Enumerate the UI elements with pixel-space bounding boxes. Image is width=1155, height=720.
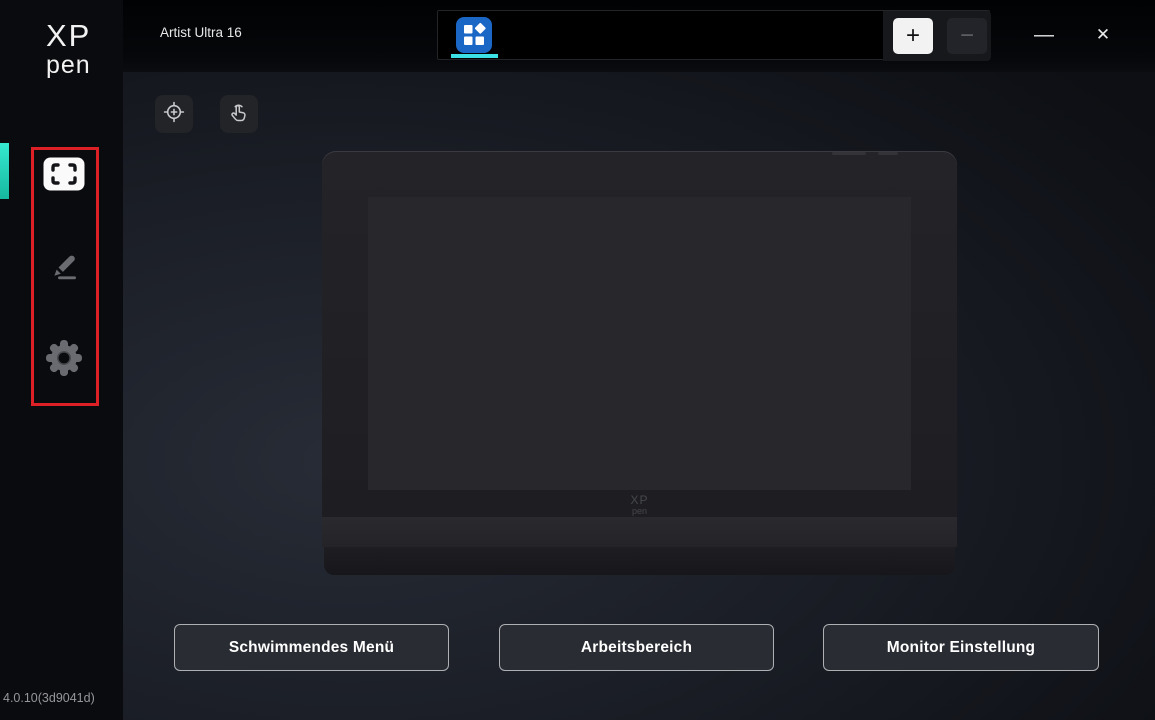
tablet-body: XP pen xyxy=(322,151,957,517)
tablet-top-button xyxy=(832,152,866,155)
display-area-icon xyxy=(42,156,86,197)
device-name: Artist Ultra 16 xyxy=(160,25,242,40)
monitor-setting-button[interactable]: Monitor Einstellung xyxy=(823,624,1099,671)
sidebar-item-pen-settings[interactable] xyxy=(42,246,86,290)
xppen-driver-window: XP pen 4.0.10(3d9041d) Artist Ultra 16 +… xyxy=(0,0,1155,720)
device-tab-strip: + − xyxy=(437,10,991,61)
tablet-logo: XP pen xyxy=(630,493,649,516)
add-device-button[interactable]: + xyxy=(893,18,933,54)
crosshair-icon xyxy=(162,100,186,129)
apps-grid-icon xyxy=(456,17,492,53)
logo-line1: XP xyxy=(46,18,92,53)
sidebar-item-work-area[interactable] xyxy=(42,154,86,198)
xppen-logo: XP pen xyxy=(46,20,91,78)
main-panel: Artist Ultra 16 + − — ✕ XP pen Schwimmen… xyxy=(123,0,1155,720)
work-area-button[interactable]: Arbeitsbereich xyxy=(499,624,774,671)
close-button[interactable]: ✕ xyxy=(1086,20,1120,50)
active-tab-underline xyxy=(451,54,498,58)
pen-icon xyxy=(44,246,84,291)
sidebar-active-indicator xyxy=(0,143,9,199)
tablet-top-button xyxy=(878,152,898,155)
minimize-button[interactable]: — xyxy=(1027,20,1061,50)
tab-actions-group: + − xyxy=(883,11,991,61)
tablet-stand xyxy=(322,517,957,547)
driver-version: 4.0.10(3d9041d) xyxy=(3,691,95,705)
tablet-preview: XP pen xyxy=(322,151,957,575)
calibration-button[interactable] xyxy=(155,95,193,133)
touch-tap-icon xyxy=(227,100,251,129)
title-bar: Artist Ultra 16 + − — ✕ xyxy=(123,0,1155,72)
tablet-base xyxy=(324,547,955,575)
tablet-screen xyxy=(368,197,911,490)
floating-menu-button[interactable]: Schwimmendes Menü xyxy=(174,624,449,671)
logo-line2: pen xyxy=(46,51,91,79)
sidebar-item-app-settings[interactable] xyxy=(42,338,86,382)
sidebar: XP pen 4.0.10(3d9041d) xyxy=(0,0,123,720)
touch-setting-button[interactable] xyxy=(220,95,258,133)
remove-device-button[interactable]: − xyxy=(947,18,987,54)
device-tab-active[interactable] xyxy=(446,13,508,59)
gear-icon xyxy=(43,337,85,384)
